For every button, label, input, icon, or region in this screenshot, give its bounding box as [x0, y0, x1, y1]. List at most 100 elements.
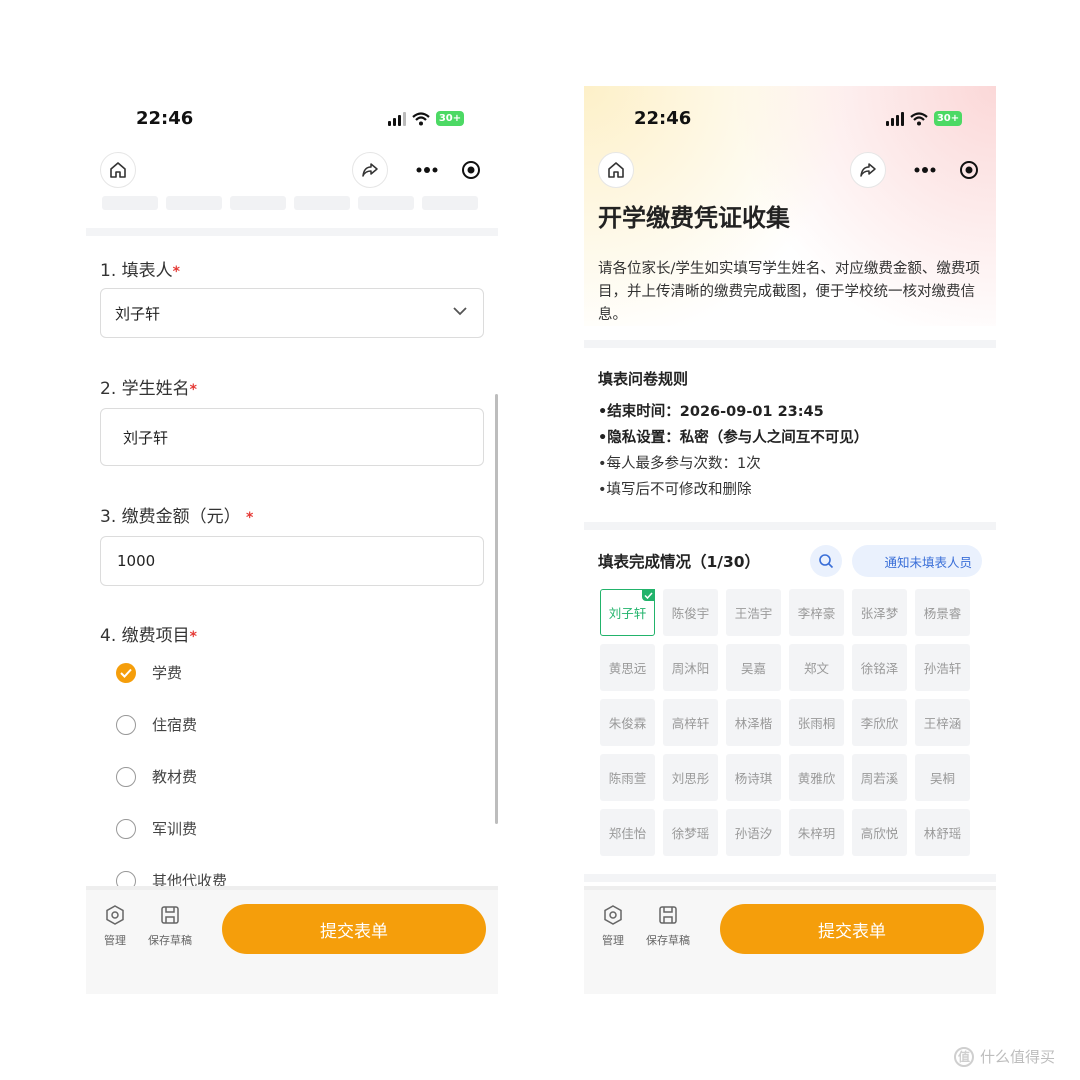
participant-name: 陈俊宇 [671, 606, 710, 621]
home-button[interactable] [598, 152, 634, 188]
hexagon-settings-icon [604, 905, 622, 925]
participant-cell[interactable]: 徐铭泽 [852, 644, 907, 691]
participant-cell[interactable]: 黄思远 [600, 644, 655, 691]
status-bar: 22:46 30+ [86, 108, 498, 132]
participant-cell[interactable]: 高梓轩 [663, 699, 718, 746]
amount-input[interactable]: 1000 [100, 536, 484, 586]
section-divider [584, 874, 996, 882]
submit-button[interactable]: 提交表单 [720, 904, 984, 954]
loading-tabs-placeholder [102, 196, 478, 210]
participant-cell[interactable]: 吴嘉 [726, 644, 781, 691]
participant-cell[interactable]: 王梓涵 [915, 699, 970, 746]
participant-cell[interactable]: 林舒瑶 [915, 809, 970, 856]
participant-cell[interactable]: 孙语汐 [726, 809, 781, 856]
participant-name: 高欣悦 [860, 826, 899, 841]
radio-icon[interactable] [116, 766, 136, 787]
participant-name: 刘思彤 [671, 771, 710, 786]
scrollbar[interactable] [495, 394, 498, 824]
participant-cell[interactable]: 王浩宇 [726, 589, 781, 636]
participant-name: 李欣欣 [860, 716, 899, 731]
participant-cell[interactable]: 李欣欣 [852, 699, 907, 746]
participant-cell[interactable]: 高欣悦 [852, 809, 907, 856]
participant-cell[interactable]: 张泽梦 [852, 589, 907, 636]
manage-button[interactable]: 管理 [104, 904, 126, 948]
save-draft-button[interactable]: 保存草稿 [646, 904, 690, 948]
participant-cell[interactable]: 张雨桐 [789, 699, 844, 746]
more-dots-icon [416, 167, 438, 173]
save-icon [659, 906, 677, 924]
participant-name: 黄思远 [608, 661, 647, 676]
participant-cell[interactable]: 孙浩轩 [915, 644, 970, 691]
notify-unfilled-button[interactable]: 通知未填表人员 [852, 545, 982, 577]
participant-name: 朱俊霖 [608, 716, 647, 731]
radio-checked-icon[interactable] [116, 662, 136, 683]
participant-cell[interactable]: 徐梦瑶 [663, 809, 718, 856]
radio-icon[interactable] [116, 818, 136, 839]
more-button[interactable] [910, 155, 940, 185]
participant-name: 孙语汐 [734, 826, 773, 841]
participant-name: 林舒瑶 [923, 826, 962, 841]
participant-cell[interactable]: 刘思彤 [663, 754, 718, 801]
site-watermark: 值 什么值得买 [954, 1046, 1055, 1067]
form-screen: 22:46 30+ 1. 填表人* 刘子轩 2. 学生姓名* 刘子轩 3. 缴费… [86, 86, 498, 994]
participant-name: 孙浩轩 [923, 661, 962, 676]
search-button[interactable] [810, 545, 842, 577]
completion-status-title: 填表完成情况（1/30） [598, 553, 761, 571]
participant-cell[interactable]: 郑文 [789, 644, 844, 691]
participant-cell[interactable]: 郑佳怡 [600, 809, 655, 856]
save-draft-button[interactable]: 保存草稿 [148, 904, 192, 948]
section-divider [86, 228, 498, 236]
share-button[interactable] [352, 152, 388, 188]
filler-select-value: 刘子轩 [115, 304, 161, 323]
close-miniprogram-button[interactable] [954, 155, 984, 185]
participant-name: 陈雨萱 [608, 771, 647, 786]
participant-name: 朱梓玥 [797, 826, 836, 841]
manage-button[interactable]: 管理 [602, 904, 624, 948]
page-title: 开学缴费凭证收集 [598, 204, 790, 232]
participant-cell[interactable]: 李梓豪 [789, 589, 844, 636]
participant-cell[interactable]: 陈俊宇 [663, 589, 718, 636]
participant-name: 杨诗琪 [734, 771, 773, 786]
participant-cell[interactable]: 朱梓玥 [789, 809, 844, 856]
save-draft-label: 保存草稿 [148, 934, 192, 947]
manage-label: 管理 [602, 934, 624, 947]
close-miniprogram-button[interactable] [456, 155, 486, 185]
fee-option-tuition[interactable]: 学费 [116, 662, 182, 683]
participant-cell[interactable]: 周沐阳 [663, 644, 718, 691]
manage-label: 管理 [104, 934, 126, 947]
participant-name: 徐梦瑶 [671, 826, 710, 841]
filler-select[interactable]: 刘子轩 [100, 288, 484, 338]
share-button[interactable] [850, 152, 886, 188]
rule-no-edit: •填写后不可修改和删除 [598, 482, 752, 498]
participant-cell[interactable]: 吴桐 [915, 754, 970, 801]
fee-option-accommodation[interactable]: 住宿费 [116, 714, 197, 735]
participant-cell[interactable]: 杨诗琪 [726, 754, 781, 801]
fee-option-textbook[interactable]: 教材费 [116, 766, 197, 787]
fee-option-military-training[interactable]: 军训费 [116, 818, 197, 839]
participant-cell[interactable]: 周若溪 [852, 754, 907, 801]
participant-cell[interactable]: 朱俊霖 [600, 699, 655, 746]
share-icon [362, 163, 378, 177]
wifi-icon [412, 111, 430, 125]
rule-max-participation: •每人最多参与次数：1次 [598, 456, 761, 472]
section-divider [584, 522, 996, 530]
status-time: 22:46 [136, 108, 194, 129]
more-dots-icon [914, 167, 936, 173]
radio-icon[interactable] [116, 714, 136, 735]
share-icon [860, 163, 876, 177]
participant-cell[interactable]: 杨景睿 [915, 589, 970, 636]
amount-value: 1000 [117, 552, 156, 570]
student-name-input[interactable]: 刘子轩 [100, 408, 484, 466]
signal-icon [886, 111, 904, 126]
fee-option-label: 住宿费 [152, 716, 198, 734]
more-button[interactable] [412, 155, 442, 185]
participant-cell[interactable]: 陈雨萱 [600, 754, 655, 801]
home-button[interactable] [100, 152, 136, 188]
rules-title: 填表问卷规则 [598, 370, 689, 388]
participant-cell[interactable]: 黄雅欣 [789, 754, 844, 801]
submit-button[interactable]: 提交表单 [222, 904, 486, 954]
section-divider [584, 340, 996, 348]
participant-cell-completed[interactable]: 刘子轩 [600, 589, 655, 636]
question-amount-label: 3. 缴费金额（元） * [100, 507, 254, 527]
participant-cell[interactable]: 林泽楷 [726, 699, 781, 746]
